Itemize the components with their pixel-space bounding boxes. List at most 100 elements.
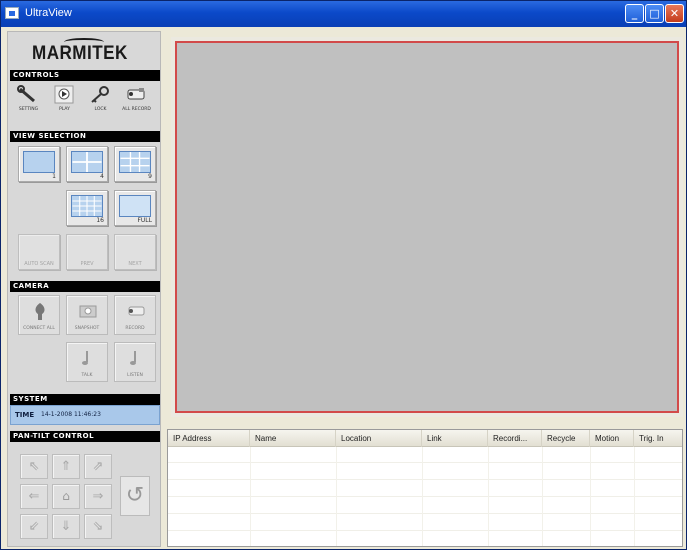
pan-up-left-button[interactable]: ⇖ xyxy=(20,454,48,479)
rotate-button[interactable]: ↺ xyxy=(120,476,150,516)
table-header: IP Address Name Location Link Recordi...… xyxy=(168,430,682,447)
table-row[interactable] xyxy=(168,481,682,497)
connect-all-button[interactable]: CONNECT ALL xyxy=(18,295,60,335)
setting-button[interactable]: SETTING xyxy=(12,82,45,116)
home-button[interactable]: ⌂ xyxy=(52,484,80,509)
title-bar[interactable]: UltraView _ □ ✕ xyxy=(1,1,686,27)
auto-scan-label: AUTO SCAN xyxy=(24,261,54,267)
app-window: UltraView _ □ ✕ MARMITEK CONTROLS SETTIN… xyxy=(0,0,687,550)
view-16-count: 16 xyxy=(96,217,104,224)
table-row[interactable] xyxy=(168,515,682,531)
pan-down-left-button[interactable]: ⇙ xyxy=(20,514,48,539)
logo: MARMITEK xyxy=(8,32,160,68)
pan-right-button[interactable]: ⇒ xyxy=(84,484,112,509)
column-motion[interactable]: Motion xyxy=(590,430,634,447)
table-row[interactable] xyxy=(168,532,682,546)
auto-scan-button[interactable]: AUTO SCAN xyxy=(18,234,60,270)
next-label: NEXT xyxy=(128,261,142,267)
column-location[interactable]: Location xyxy=(336,430,422,447)
controls-header: CONTROLS xyxy=(10,70,160,81)
wrench-icon xyxy=(17,85,35,103)
video-area xyxy=(171,37,683,417)
table-row[interactable] xyxy=(168,498,682,514)
snapshot-label: SNAPSHOT xyxy=(74,326,100,331)
nine-view-icon xyxy=(119,151,151,173)
record-camera-button[interactable]: RECORD xyxy=(114,295,156,335)
close-button[interactable]: ✕ xyxy=(665,4,684,23)
key-icon xyxy=(91,86,109,103)
single-view-icon xyxy=(23,151,55,173)
maximize-button[interactable]: □ xyxy=(645,4,664,23)
system-header: SYSTEM xyxy=(10,394,160,405)
view-4-button[interactable]: 4 xyxy=(66,146,108,182)
connect-icon xyxy=(35,303,45,320)
pan-left-button[interactable]: ⇐ xyxy=(20,484,48,509)
talk-icon xyxy=(82,351,88,365)
tilt-up-button[interactable]: ⇑ xyxy=(52,454,80,479)
all-record-button[interactable]: ALL RECORD xyxy=(120,82,153,116)
column-divider xyxy=(488,447,489,546)
view-1-count: 1 xyxy=(52,173,56,180)
listen-icon xyxy=(130,351,136,365)
column-trig-in[interactable]: Trig. In xyxy=(634,430,682,447)
play-label: PLAY xyxy=(59,107,70,112)
view-16-button[interactable]: 16 xyxy=(66,190,108,226)
pan-up-right-button[interactable]: ⇗ xyxy=(84,454,112,479)
all-record-label: ALL RECORD xyxy=(122,107,151,112)
play-icon xyxy=(54,85,74,104)
listen-button[interactable]: LISTEN xyxy=(114,342,156,382)
column-divider xyxy=(422,447,423,546)
play-button[interactable]: PLAY xyxy=(48,82,81,116)
camera-list-table[interactable]: IP Address Name Location Link Recordi...… xyxy=(167,429,683,547)
view-full-button[interactable]: FULL xyxy=(114,190,156,226)
view-4-count: 4 xyxy=(100,173,104,180)
system-time-bar: TIME 14-1-2008 11:46:23 xyxy=(10,405,160,425)
pan-tilt-header: PAN-TILT CONTROL xyxy=(10,431,160,442)
column-ip-address[interactable]: IP Address xyxy=(168,430,250,447)
column-recording[interactable]: Recordi... xyxy=(488,430,542,447)
column-name[interactable]: Name xyxy=(250,430,336,447)
tilt-down-button[interactable]: ⇓ xyxy=(52,514,80,539)
pan-down-right-button[interactable]: ⇘ xyxy=(84,514,112,539)
camera-header: CAMERA xyxy=(10,281,160,292)
record-label: RECORD xyxy=(125,326,145,331)
snapshot-icon xyxy=(79,305,97,318)
column-divider xyxy=(542,447,543,546)
lock-label: LOCK xyxy=(94,107,107,112)
view-full-count: FULL xyxy=(137,217,152,224)
view-9-button[interactable]: 9 xyxy=(114,146,156,182)
setting-label: SETTING xyxy=(18,107,39,112)
talk-label: TALK xyxy=(81,373,93,378)
snapshot-button[interactable]: SNAPSHOT xyxy=(66,295,108,335)
connect-all-label: CONNECT ALL xyxy=(23,326,55,331)
logo-text: MARMITEK xyxy=(32,43,128,64)
quad-view-icon xyxy=(71,151,103,173)
time-value: 14-1-2008 11:46:23 xyxy=(41,411,101,418)
next-button[interactable]: NEXT xyxy=(114,234,156,270)
time-label: TIME xyxy=(15,411,35,419)
table-row[interactable] xyxy=(168,464,682,480)
column-recycle[interactable]: Recycle xyxy=(542,430,590,447)
record-camera-icon xyxy=(128,306,145,316)
view-9-count: 9 xyxy=(148,173,152,180)
talk-button[interactable]: TALK xyxy=(66,342,108,382)
lock-button[interactable]: LOCK xyxy=(84,82,117,116)
column-divider xyxy=(336,447,337,546)
sixteen-view-icon xyxy=(71,195,103,217)
prev-label: PREV xyxy=(80,261,94,267)
window-title: UltraView xyxy=(25,7,72,19)
camera-record-icon xyxy=(127,88,145,100)
column-divider xyxy=(250,447,251,546)
listen-label: LISTEN xyxy=(127,373,143,378)
view-1-button[interactable]: 1 xyxy=(18,146,60,182)
table-row[interactable] xyxy=(168,447,682,463)
full-view-icon xyxy=(119,195,151,217)
left-panel: MARMITEK CONTROLS SETTING PLAY LOCK ALL … xyxy=(7,31,161,547)
column-link[interactable]: Link xyxy=(422,430,488,447)
view-selection-header: VIEW SELECTION xyxy=(10,131,160,142)
app-icon xyxy=(5,7,19,19)
column-divider xyxy=(590,447,591,546)
video-viewport[interactable] xyxy=(175,41,679,413)
prev-button[interactable]: PREV xyxy=(66,234,108,270)
minimize-button[interactable]: _ xyxy=(625,4,644,23)
